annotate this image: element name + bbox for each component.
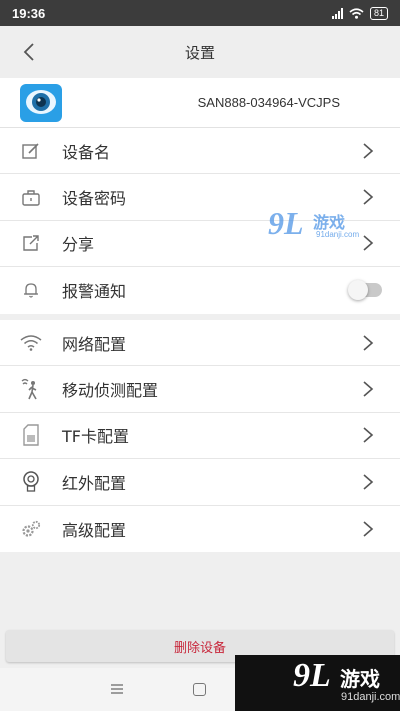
bell-icon [20,279,42,301]
setting-infrared[interactable]: 红外配置 [0,459,400,506]
back-arrow-icon[interactable] [18,40,42,64]
gears-icon [20,518,42,540]
chevron-right-icon [363,189,374,205]
setting-tf-card[interactable]: TF卡配置 [0,413,400,460]
chevron-right-icon [363,381,374,397]
page-header: 设置 [0,26,400,78]
camera-app-icon [20,84,62,122]
setting-advanced[interactable]: 高级配置 [0,506,400,552]
setting-network-config[interactable]: 网络配置 [0,320,400,367]
wifi-icon [20,332,42,354]
home-icon[interactable] [193,683,206,696]
signal-icon [331,7,343,19]
device-info-row: SAN888-034964-VCJPS [0,78,400,128]
watermark-text: 游戏 [340,667,380,691]
bulb-icon [20,471,42,493]
watermark-corner-logo: 9L 游戏 91danji.com [235,655,400,711]
setting-label: 高级配置 [62,520,127,540]
toggle-knob [348,280,368,301]
setting-label: 红外配置 [62,473,127,493]
settings-group-config: 网络配置 移动侦测配置 TF卡配置 红外配置 高级配置 [0,320,400,552]
setting-label: TF卡配置 [62,427,129,447]
share-icon [20,232,42,254]
sd-card-icon [20,424,42,447]
setting-label: 分享 [62,235,95,255]
status-icons: 81 [331,6,388,20]
watermark-number: 9L [293,657,331,694]
chevron-right-icon [363,521,374,537]
motion-icon [20,378,42,400]
battery-icon: 81 [369,6,388,20]
status-bar: 19:36 81 [0,0,400,26]
alarm-notification-toggle[interactable] [348,280,382,301]
watermark-url: 91danji.com [341,691,400,703]
setting-label: 设备名 [62,142,111,162]
setting-label: 网络配置 [62,334,127,354]
chevron-right-icon [363,143,374,159]
watermark-number: 9L [268,205,304,241]
setting-motion-detection[interactable]: 移动侦测配置 [0,366,400,413]
setting-label: 报警通知 [62,282,127,302]
setting-device-name[interactable]: 设备名 [0,128,400,175]
setting-alarm-notification: 报警通知 [0,267,400,313]
edit-icon [20,140,42,162]
setting-label: 设备密码 [62,189,127,209]
page-title: 设置 [184,43,215,62]
chevron-right-icon [363,427,374,444]
chevron-right-icon [363,335,374,351]
status-time: 19:36 [12,5,46,21]
setting-label: 移动侦测配置 [62,381,159,401]
lock-icon [20,186,42,208]
menu-icon[interactable] [110,682,124,696]
watermark-logo: 9L 游戏 91danji.com [268,205,368,245]
watermark-url: 91danji.com [316,230,360,239]
device-id: SAN888-034964-VCJPS [197,95,340,110]
wifi-status-icon [349,7,364,19]
chevron-right-icon [363,474,374,490]
